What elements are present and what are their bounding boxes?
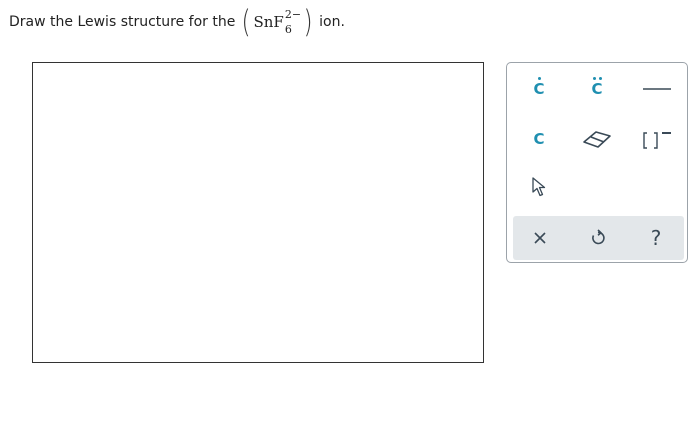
radical-atom-icon: C [533, 76, 545, 98]
bracket-charge-icon [643, 132, 671, 149]
atom-icon: C [533, 129, 545, 148]
atom-tool[interactable]: C [519, 119, 559, 159]
lone-pair-atom-tool[interactable]: C [577, 69, 617, 109]
help-button[interactable]: ? [636, 218, 676, 258]
undo-icon [592, 229, 605, 245]
action-bar: ? [513, 216, 684, 260]
drawing-canvas[interactable] [32, 62, 484, 363]
ion-charge: 2− [284, 8, 302, 21]
ion-scripts: 2− 6 [284, 8, 302, 36]
help-icon: ? [650, 226, 662, 250]
radical-atom-tool[interactable]: C [519, 69, 559, 109]
lone-pair-atom-symbol: C [591, 79, 603, 98]
question-prefix: Draw the Lewis structure for the [9, 14, 236, 30]
left-paren: ( [241, 3, 251, 40]
ion-formula: ( SnF 2− 6 ) [240, 3, 314, 40]
right-paren: ) [303, 3, 313, 40]
question-prompt: Draw the Lewis structure for the ( SnF 2… [9, 6, 345, 38]
lewis-toolbox: C C C ? [506, 62, 688, 263]
radical-atom-symbol: C [533, 79, 545, 98]
single-bond-icon [643, 88, 671, 90]
select-tool[interactable] [519, 167, 559, 207]
clear-button[interactable] [520, 218, 560, 258]
lone-pair-atom-icon: C [591, 76, 603, 98]
ion-element-text: SnF [253, 13, 284, 31]
bracket-charge-tool[interactable] [637, 119, 677, 159]
single-bond-tool[interactable] [637, 69, 677, 109]
ion-subscript: 6 [284, 23, 292, 36]
undo-button[interactable] [578, 218, 618, 258]
eraser-icon [583, 131, 611, 148]
close-icon [534, 232, 546, 244]
eraser-tool[interactable] [577, 119, 617, 159]
ion-species: SnF 2− 6 [253, 8, 302, 36]
question-suffix: ion. [319, 14, 345, 30]
cursor-arrow-icon [532, 177, 546, 197]
atom-symbol: C [533, 129, 545, 148]
